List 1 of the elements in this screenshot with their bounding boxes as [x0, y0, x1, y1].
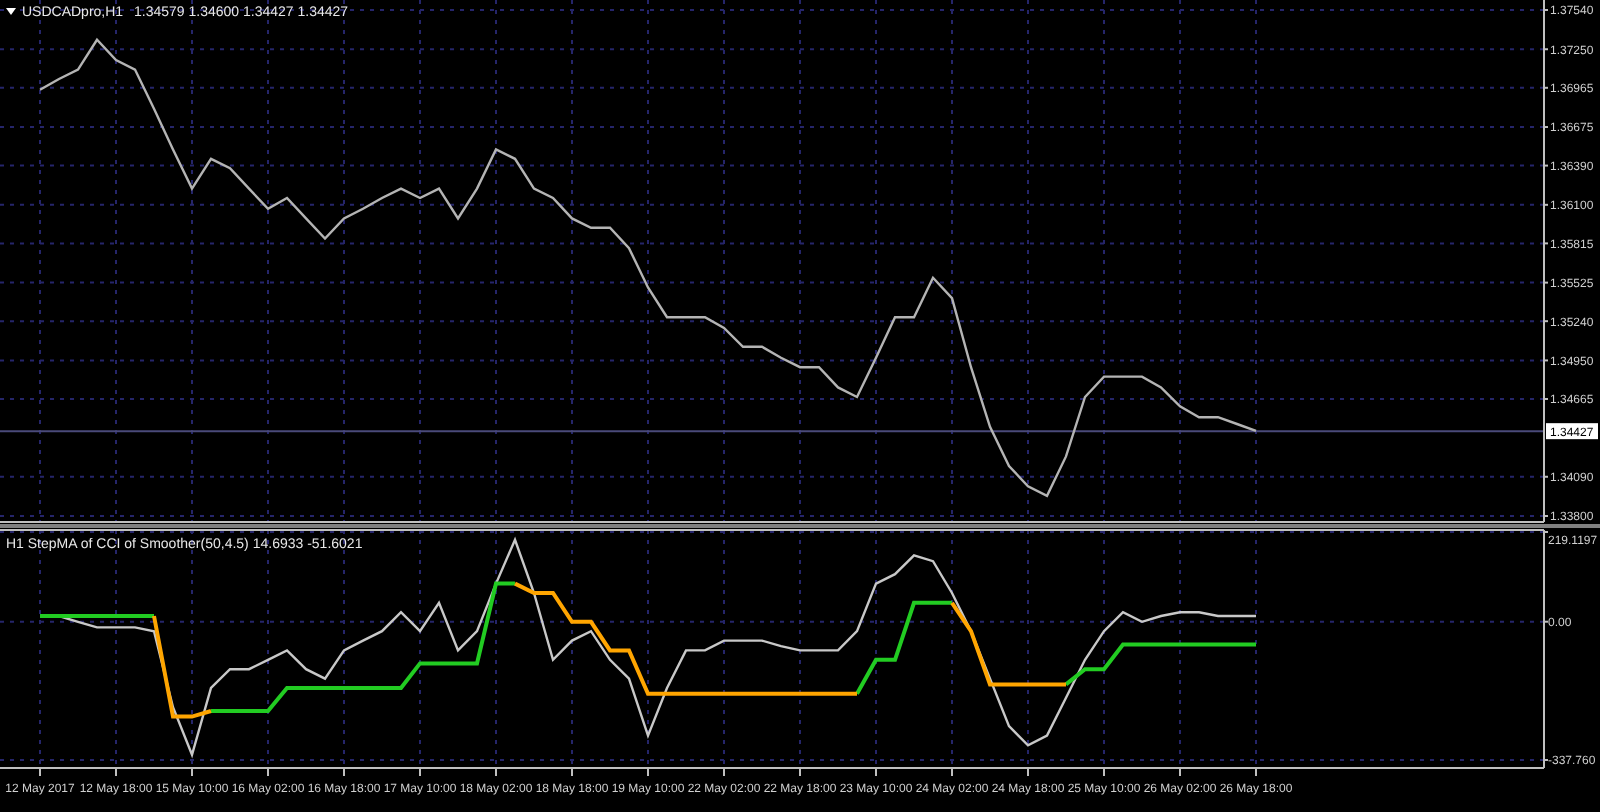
dropdown-triangle-icon[interactable]: [6, 8, 16, 15]
